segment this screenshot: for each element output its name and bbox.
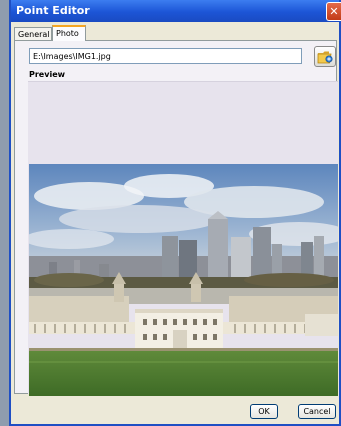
close-icon: ✕ <box>329 5 339 18</box>
title-bar[interactable]: Point Editor ✕ <box>11 0 341 22</box>
browse-button[interactable] <box>314 46 336 67</box>
point-editor-dialog: Point Editor ✕ General Photo Preview <box>9 0 341 426</box>
close-button[interactable]: ✕ <box>326 2 341 21</box>
tab-photo[interactable]: Photo <box>52 25 86 41</box>
window-title: Point Editor <box>16 4 90 17</box>
folder-icon <box>317 51 333 64</box>
cancel-button[interactable]: Cancel <box>298 404 336 419</box>
preview-label: Preview <box>29 70 66 79</box>
preview-area <box>28 81 338 396</box>
photo-tab-panel: Preview <box>14 40 338 396</box>
file-path-input[interactable] <box>29 48 302 64</box>
ok-button[interactable]: OK <box>250 404 278 419</box>
tab-general[interactable]: General <box>14 27 52 41</box>
photo-preview <box>29 164 338 396</box>
